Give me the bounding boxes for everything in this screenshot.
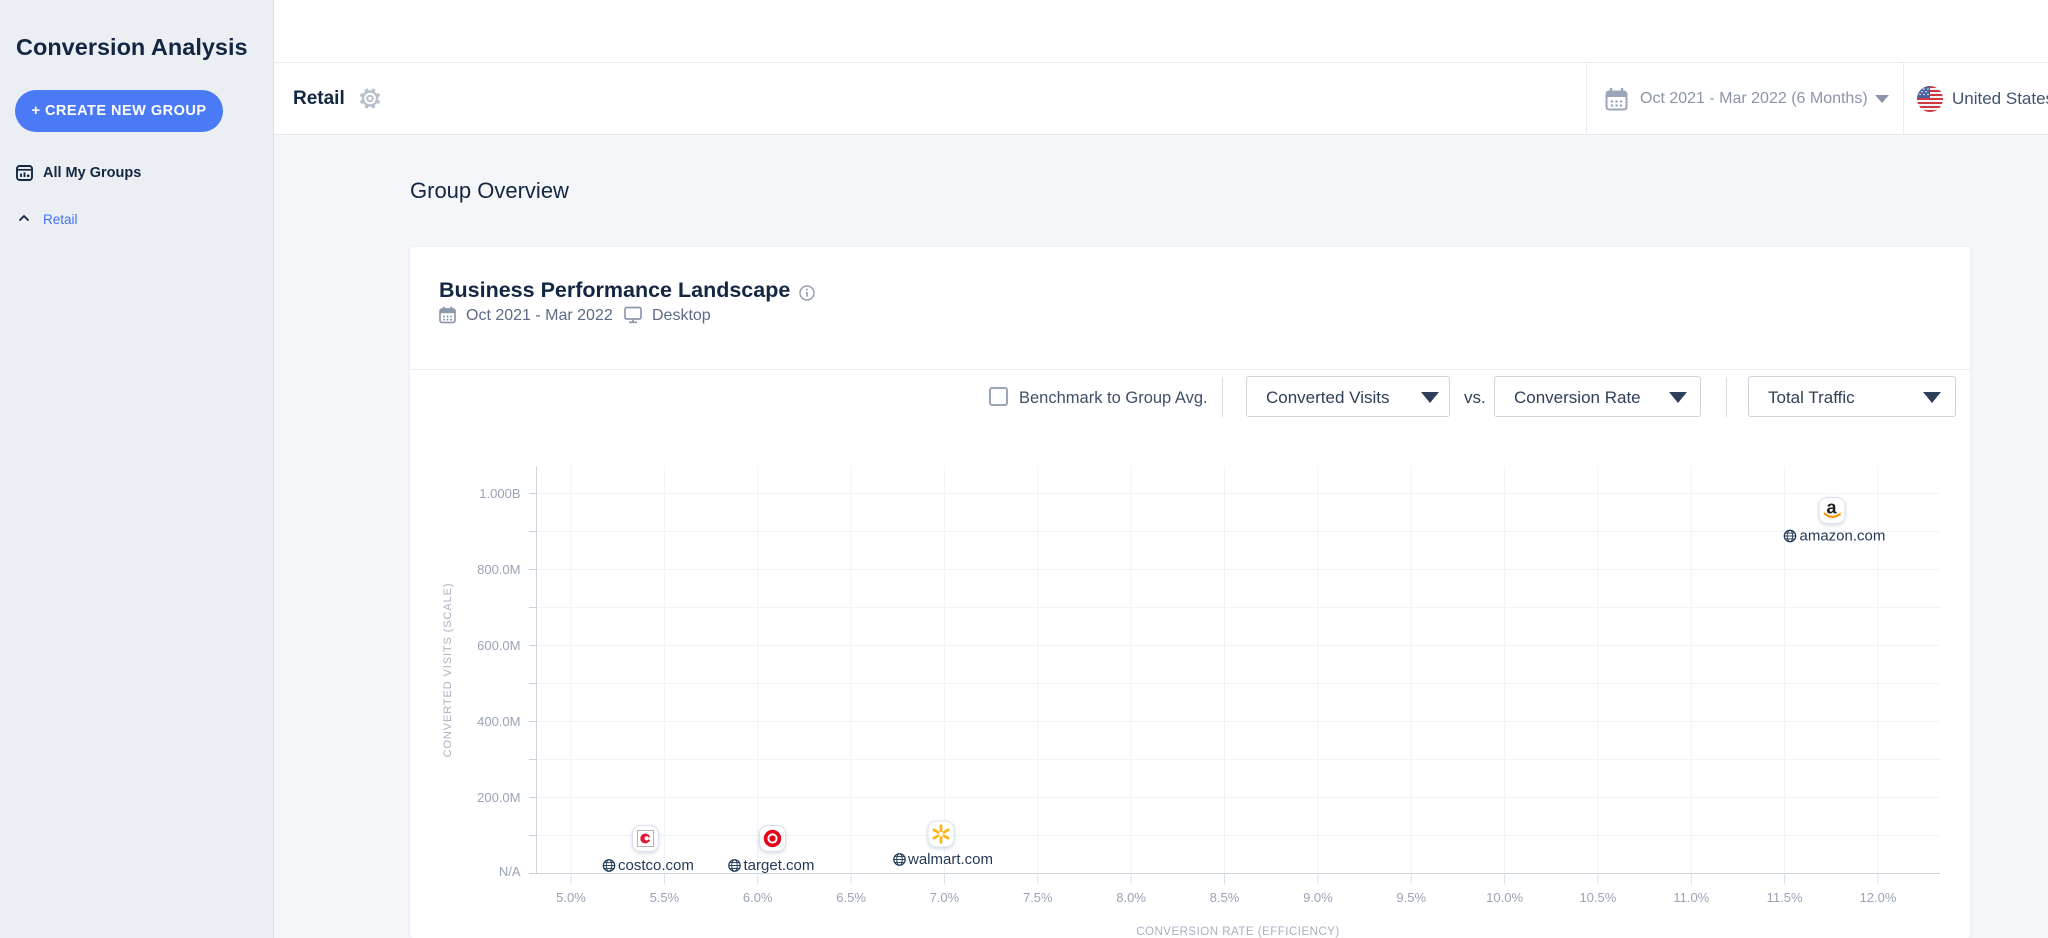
svg-text:7.5%: 7.5% (1023, 890, 1053, 905)
svg-text:800.0M: 800.0M (477, 562, 520, 577)
svg-text:8.0%: 8.0% (1116, 890, 1146, 905)
svg-text:amazon.com: amazon.com (1800, 528, 1886, 545)
svg-text:8.5%: 8.5% (1210, 890, 1240, 905)
svg-text:11.0%: 11.0% (1673, 890, 1709, 905)
svg-text:walmart.com: walmart.com (907, 851, 993, 868)
svg-text:200.0M: 200.0M (477, 790, 520, 805)
svg-text:5.0%: 5.0% (556, 890, 586, 905)
svg-text:6.5%: 6.5% (836, 890, 866, 905)
svg-text:target.com: target.com (744, 857, 815, 874)
svg-text:CONVERSION RATE (EFFICIENCY): CONVERSION RATE (EFFICIENCY) (1136, 926, 1340, 938)
svg-text:11.5%: 11.5% (1767, 890, 1803, 905)
svg-text:400.0M: 400.0M (477, 714, 520, 729)
svg-text:a: a (1826, 498, 1837, 518)
svg-text:10.0%: 10.0% (1486, 890, 1523, 905)
svg-text:CONVERTED VISITS (SCALE): CONVERTED VISITS (SCALE) (442, 583, 454, 758)
svg-text:9.5%: 9.5% (1396, 890, 1426, 905)
svg-text:12.0%: 12.0% (1860, 890, 1897, 905)
svg-text:6.0%: 6.0% (743, 890, 773, 905)
svg-text:10.5%: 10.5% (1579, 890, 1616, 905)
svg-text:costco.com: costco.com (618, 857, 694, 874)
svg-text:5.5%: 5.5% (650, 890, 680, 905)
svg-text:600.0M: 600.0M (477, 638, 520, 653)
svg-text:9.0%: 9.0% (1303, 890, 1333, 905)
svg-text:7.0%: 7.0% (930, 890, 960, 905)
svg-text:1.000B: 1.000B (479, 486, 520, 501)
svg-text:N/A: N/A (499, 864, 521, 879)
